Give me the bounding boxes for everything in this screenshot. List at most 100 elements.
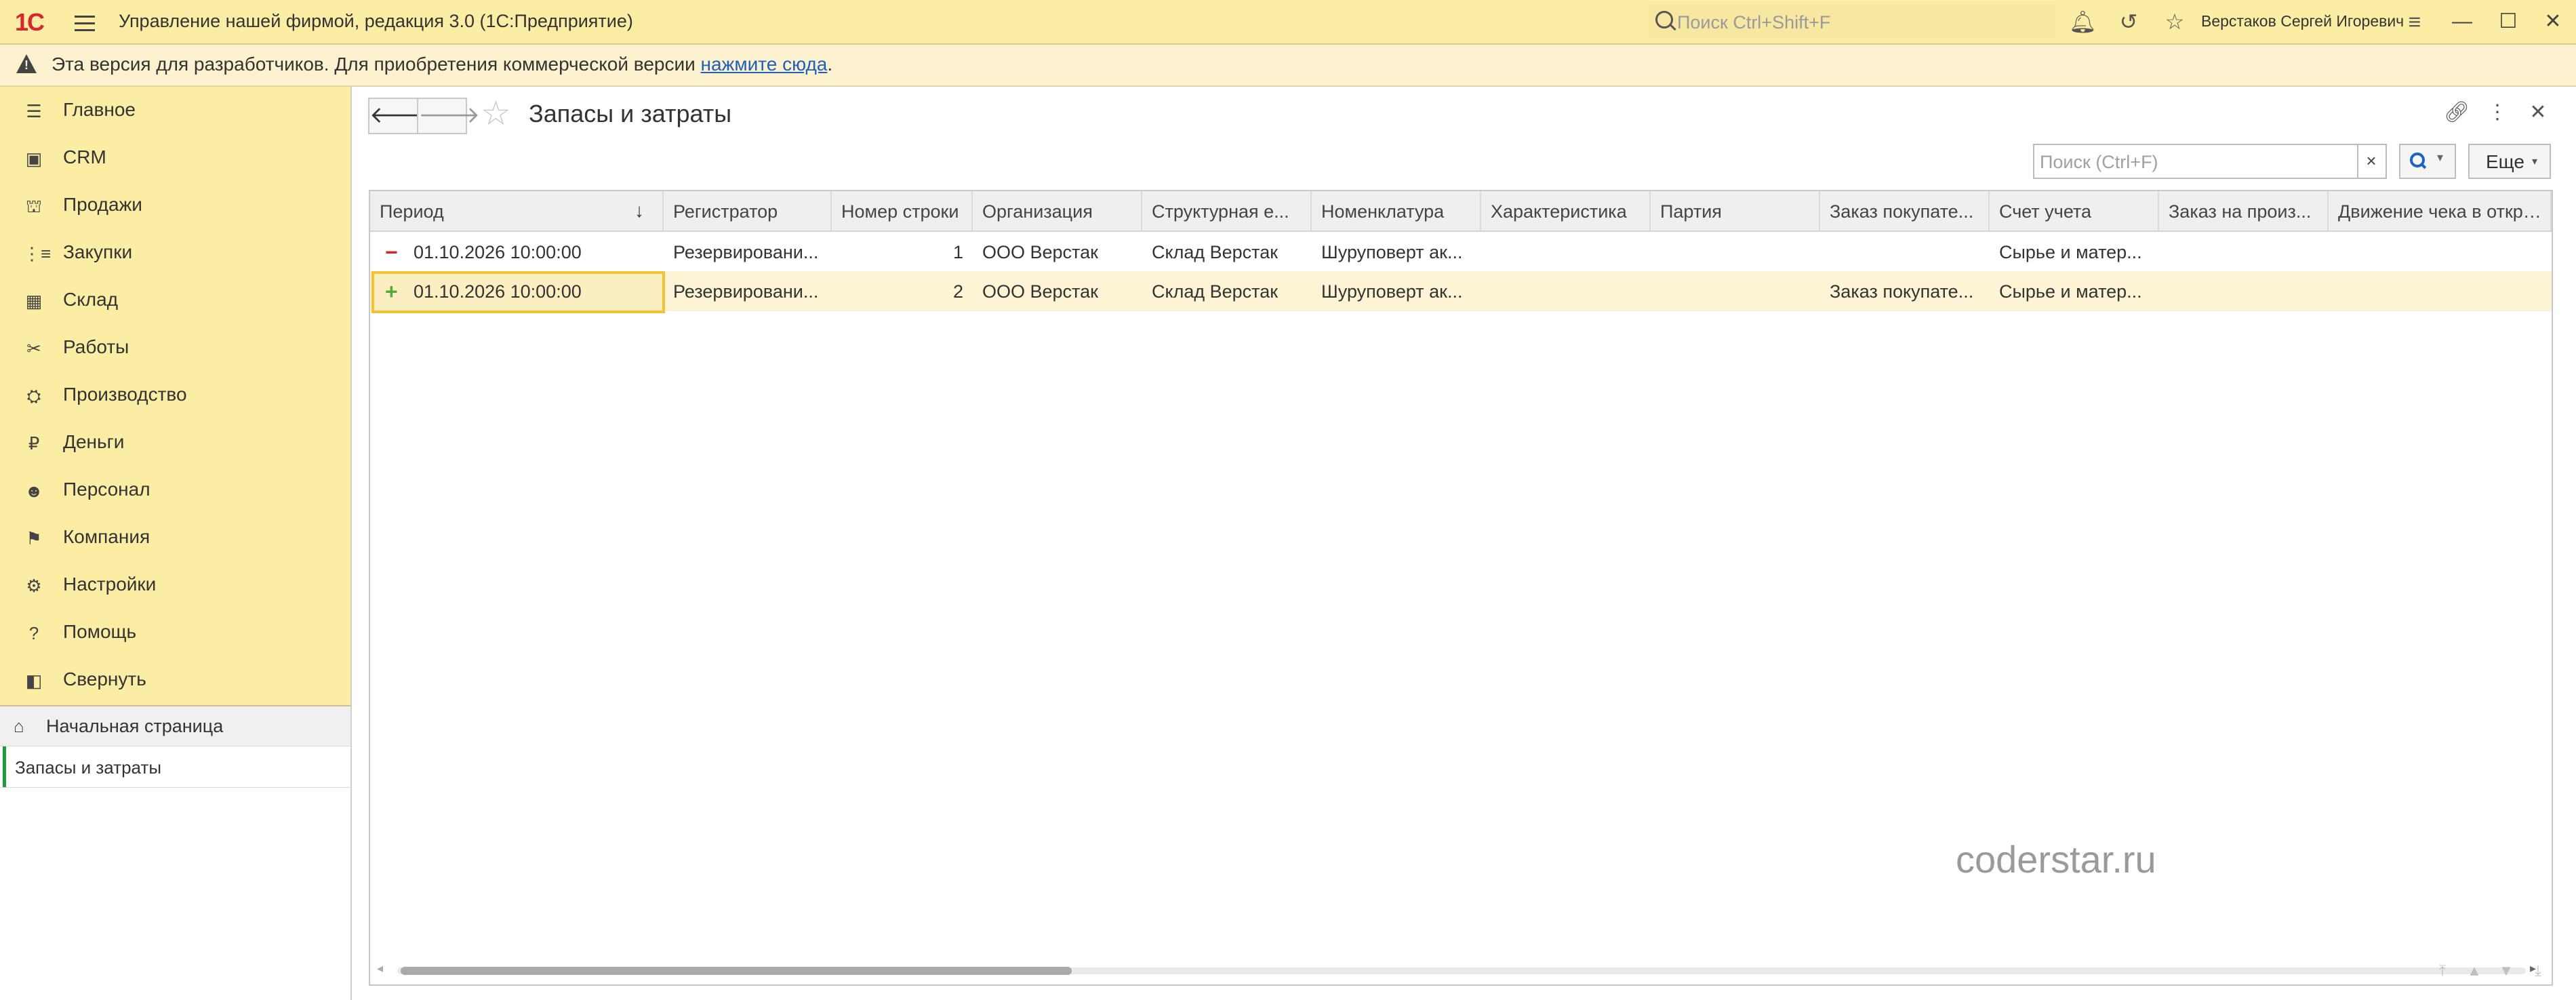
sidebar-item-collapse[interactable]: ◧ Свернуть [0,656,350,702]
active-indicator [3,746,6,787]
cell-division[interactable]: Склад Верстак [1142,271,1312,311]
scroll-bottom-icon[interactable]: ⤓ [2525,957,2551,984]
cell-receipt-movement[interactable] [2329,232,2552,271]
global-search-placeholder: Поиск Ctrl+Shift+F [1677,12,1831,33]
sections-panel: ☰ Главное ▣ CRM ⛫ Продажи ⋮≡ Закупки ▦ Склад … [0,87,350,706]
sidebar-item-production[interactable]: ⛭ Производство [0,372,350,418]
table-header: Период ↓ Регистратор Номер строки Организ… [370,191,2552,232]
scroll-top-icon[interactable]: ⤒ [2430,957,2455,984]
cell-organization[interactable]: ООО Верстак [973,271,1142,311]
scroll-thumb[interactable] [401,967,1072,975]
scroll-down-icon[interactable]: ▼ [2493,957,2519,984]
history-icon[interactable]: ↺ [2115,8,2142,35]
sidebar-item-main[interactable]: ☰ Главное [0,87,350,133]
horizontal-scrollbar[interactable]: ◂ ▸ [370,957,2552,983]
star-icon[interactable]: ☆ [2161,8,2188,35]
column-header-division[interactable]: Структурная е... [1142,191,1312,231]
cell-characteristic[interactable] [1481,232,1651,271]
cell-characteristic[interactable] [1481,271,1651,311]
column-header-organization[interactable]: Организация [973,191,1142,231]
purchases-icon: ⋮≡ [23,243,52,264]
warning-icon [16,54,37,73]
scroll-left-icon[interactable]: ◂ [377,961,383,976]
cell-registrator[interactable]: Резервировани... [664,232,832,271]
close-icon[interactable]: ✕ [2538,7,2568,37]
money-icon: ₽ [28,433,40,454]
column-header-line-number[interactable]: Номер строки [832,191,973,231]
cell-batch[interactable] [1651,271,1820,311]
sidebar-item-personnel[interactable]: ☻ Персонал [0,466,350,513]
tools-icon: ✂ [26,338,41,359]
column-header-receipt-movement[interactable]: Движение чека в открыто [2329,191,2552,231]
flag-icon: ⚑ [26,528,42,548]
records-table[interactable]: Период ↓ Регистратор Номер строки Организ… [369,190,2553,986]
cell-nomenclature[interactable]: Шуруповерт ак... [1312,232,1481,271]
link-icon[interactable]: 🔗︎ [2443,99,2470,126]
more-vertical-icon[interactable]: ⋮ [2484,99,2511,126]
global-search-input[interactable]: Поиск Ctrl+Shift+F [1649,4,2055,38]
cell-production-order[interactable] [2159,232,2329,271]
cell-receipt-movement[interactable] [2329,271,2552,311]
sidebar-item-warehouse[interactable]: ▦ Склад [0,277,350,323]
menu-icon[interactable] [75,12,95,31]
sidebar-item-purchases[interactable]: ⋮≡ Закупки [0,229,350,275]
bell-icon[interactable]: 🔔︎ [2069,8,2097,35]
column-header-account[interactable]: Счет учета [1990,191,2159,231]
app-logo: 1С [15,8,45,36]
factory-icon: ⛭ [26,386,41,406]
cell-account[interactable]: Сырье и матер... [1990,232,2159,271]
sidebar-item-works[interactable]: ✂ Работы [0,324,350,370]
column-header-characteristic[interactable]: Характеристика [1481,191,1651,231]
sidebar: ☰ Главное ▣ CRM ⛫ Продажи ⋮≡ Закупки ▦ Склад … [0,87,352,1000]
cell-account[interactable]: Сырье и матер... [1990,271,2159,311]
maximize-icon[interactable]: ☐ [2493,7,2523,37]
column-header-production-order[interactable]: Заказ на произ... [2159,191,2329,231]
column-header-customer-order[interactable]: Заказ покупате... [1820,191,1990,231]
cell-line-number[interactable]: 2 [832,271,973,311]
cell-division[interactable]: Склад Верстак [1142,232,1312,271]
close-form-icon[interactable]: ✕ [2524,99,2552,126]
cell-organization[interactable]: ООО Верстак [973,232,1142,271]
buy-link[interactable]: нажмите сюда [701,54,828,75]
form-title: Запасы и затраты [529,100,732,127]
cell-registrator[interactable]: Резервировани... [664,271,832,311]
cell-customer-order[interactable]: Заказ покупате... [1820,271,1990,311]
more-button[interactable]: Еще ▾ [2468,144,2551,179]
search-icon [2410,153,2425,167]
user-name[interactable]: Верстаков Сергей Игоревич [2201,12,2404,31]
open-window-item[interactable]: Запасы и затраты [0,746,350,788]
back-button[interactable]: 🡐 [368,98,431,134]
cell-customer-order[interactable] [1820,232,1990,271]
favorite-star-icon[interactable]: ☆ [481,96,511,130]
cell-line-number[interactable]: 1 [832,232,973,271]
developer-warning-bar: Эта версия для разработчиков. Для приобр… [0,45,2576,87]
sidebar-item-settings[interactable]: ⚙ Настройки [0,561,350,607]
table-row[interactable]: − 01.10.2026 10:00:00 Резервировани... 1… [370,232,2552,272]
column-header-batch[interactable]: Партия [1651,191,1820,231]
column-header-period[interactable]: Период ↓ [370,191,664,231]
settings-lines-icon[interactable]: ≡ [2401,8,2428,35]
cell-period[interactable]: 01.10.2026 10:00:00 [404,271,664,311]
minimize-icon[interactable]: — [2447,7,2477,37]
cell-batch[interactable] [1651,232,1820,271]
search-icon [1655,11,1673,28]
sidebar-item-crm[interactable]: ▣ CRM [0,134,350,180]
forward-button[interactable]: 🡒 [417,98,480,134]
form-search-input[interactable]: Поиск (Ctrl+F) × [2033,144,2387,179]
table-row-selected[interactable]: + 01.10.2026 10:00:00 Резервировани... 2… [370,271,2552,313]
sidebar-item-sales[interactable]: ⛫ Продажи [0,182,350,228]
column-header-nomenclature[interactable]: Номенклатура [1312,191,1481,231]
sidebar-item-company[interactable]: ⚑ Компания [0,514,350,560]
cell-nomenclature[interactable]: Шуруповерт ак... [1312,271,1481,311]
sidebar-item-help[interactable]: ? Помощь [0,609,350,655]
cell-period[interactable]: 01.10.2026 10:00:00 [404,232,664,271]
column-header-registrator[interactable]: Регистратор [664,191,832,231]
home-page-link[interactable]: ⌂ Начальная страница [0,706,350,746]
sidebar-item-money[interactable]: ₽ Деньги [0,419,350,465]
scroll-up-icon[interactable]: ▲ [2461,957,2487,984]
search-button[interactable]: ▾ [2399,144,2456,179]
clear-search-button[interactable]: × [2357,145,2384,178]
people-icon: ☻ [24,481,43,501]
chevron-down-icon: ▾ [2532,156,2538,167]
cell-production-order[interactable] [2159,271,2329,311]
